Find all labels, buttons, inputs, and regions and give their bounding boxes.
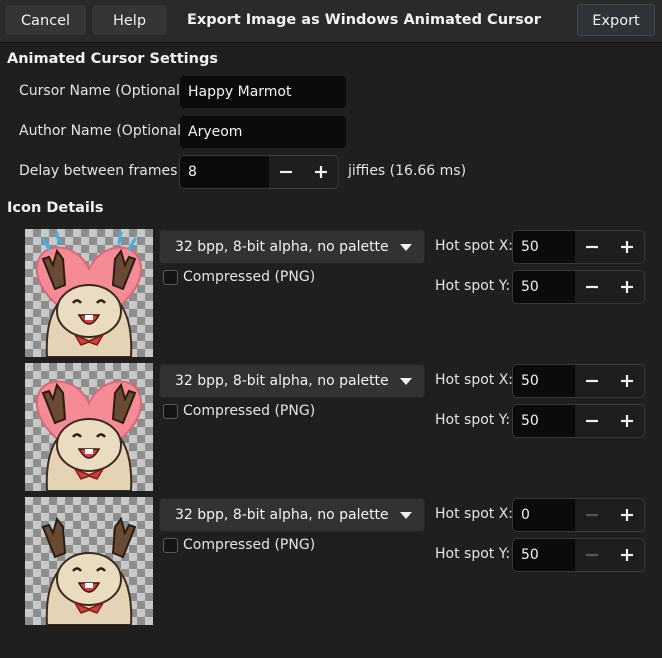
minus-icon[interactable] <box>575 365 609 397</box>
hotspot-x-input[interactable]: 0 <box>513 499 575 531</box>
hotspot-y-spinbutton: 50 <box>512 538 645 572</box>
plus-icon[interactable] <box>610 271 644 303</box>
compressed-checkbox[interactable] <box>163 538 178 553</box>
settings-section-title: Animated Cursor Settings <box>7 51 218 67</box>
format-combobox-value: 32 bpp, 8-bit alpha, no palette <box>175 507 389 523</box>
compressed-checkbox[interactable] <box>163 404 178 419</box>
minus-icon[interactable] <box>575 271 609 303</box>
plus-icon[interactable] <box>610 231 644 263</box>
format-combobox[interactable]: 32 bpp, 8-bit alpha, no palette <box>159 364 425 398</box>
help-button[interactable]: Help <box>91 4 168 36</box>
hotspot-x-spinbutton: 50 <box>512 364 645 398</box>
frame-thumbnail <box>25 497 153 626</box>
author-name-input[interactable]: Aryeom <box>180 116 346 148</box>
hotspot-y-input[interactable]: 50 <box>513 405 575 437</box>
marmot-image <box>41 516 137 626</box>
hotspot-x-label: Hot spot X: <box>435 372 514 388</box>
minus-icon[interactable] <box>575 405 609 437</box>
plus-icon[interactable] <box>610 539 644 571</box>
minus-icon[interactable] <box>575 499 609 531</box>
plus-icon[interactable] <box>610 405 644 437</box>
hotspot-y-label: Hot spot Y: <box>435 412 511 428</box>
icon-details-section-title: Icon Details <box>7 200 104 216</box>
hotspot-x-label: Hot spot X: <box>435 506 514 522</box>
hotspot-x-input[interactable]: 50 <box>513 365 575 397</box>
hotspot-x-input[interactable]: 50 <box>513 231 575 263</box>
chevron-down-icon <box>400 378 412 385</box>
chevron-down-icon <box>400 512 412 519</box>
marmot-image <box>35 231 143 358</box>
plus-icon[interactable] <box>610 365 644 397</box>
header-bar: Cancel Help Export Image as Windows Anim… <box>0 0 662 43</box>
compressed-label: Compressed (PNG) <box>183 403 316 419</box>
minus-icon[interactable] <box>575 231 609 263</box>
delay-unit-label: jiffies (16.66 ms) <box>348 163 467 179</box>
export-button[interactable]: Export <box>577 4 655 36</box>
plus-icon[interactable] <box>610 499 644 531</box>
chevron-down-icon <box>400 244 412 251</box>
cancel-button[interactable]: Cancel <box>4 4 87 36</box>
delay-spinbutton: 8 <box>179 155 339 189</box>
hotspot-y-spinbutton: 50 <box>512 404 645 438</box>
hotspot-y-input[interactable]: 50 <box>513 271 575 303</box>
delay-value-input[interactable]: 8 <box>180 156 269 188</box>
plus-icon[interactable] <box>304 156 338 188</box>
dialog-title: Export Image as Windows Animated Cursor <box>187 12 541 28</box>
minus-icon[interactable] <box>269 156 303 188</box>
delay-label: Delay between frames: <box>19 163 183 179</box>
minus-icon[interactable] <box>575 539 609 571</box>
frame-thumbnail <box>25 363 153 492</box>
hotspot-y-label: Hot spot Y: <box>435 546 511 562</box>
marmot-image <box>35 380 143 492</box>
author-name-label: Author Name (Optional) <box>19 123 187 139</box>
hotspot-x-spinbutton: 0 <box>512 498 645 532</box>
cursor-name-label: Cursor Name (Optional) <box>19 83 186 99</box>
format-combobox[interactable]: 32 bpp, 8-bit alpha, no palette <box>159 230 425 264</box>
format-combobox-value: 32 bpp, 8-bit alpha, no palette <box>175 373 389 389</box>
format-combobox[interactable]: 32 bpp, 8-bit alpha, no palette <box>159 498 425 532</box>
frame-thumbnail <box>25 229 153 358</box>
hotspot-x-label: Hot spot X: <box>435 238 514 254</box>
hotspot-y-input[interactable]: 50 <box>513 539 575 571</box>
compressed-checkbox[interactable] <box>163 270 178 285</box>
cursor-name-input[interactable]: Happy Marmot <box>180 76 346 108</box>
compressed-label: Compressed (PNG) <box>183 537 316 553</box>
format-combobox-value: 32 bpp, 8-bit alpha, no palette <box>175 239 389 255</box>
hotspot-y-label: Hot spot Y: <box>435 278 511 294</box>
compressed-label: Compressed (PNG) <box>183 269 316 285</box>
hotspot-x-spinbutton: 50 <box>512 230 645 264</box>
hotspot-y-spinbutton: 50 <box>512 270 645 304</box>
